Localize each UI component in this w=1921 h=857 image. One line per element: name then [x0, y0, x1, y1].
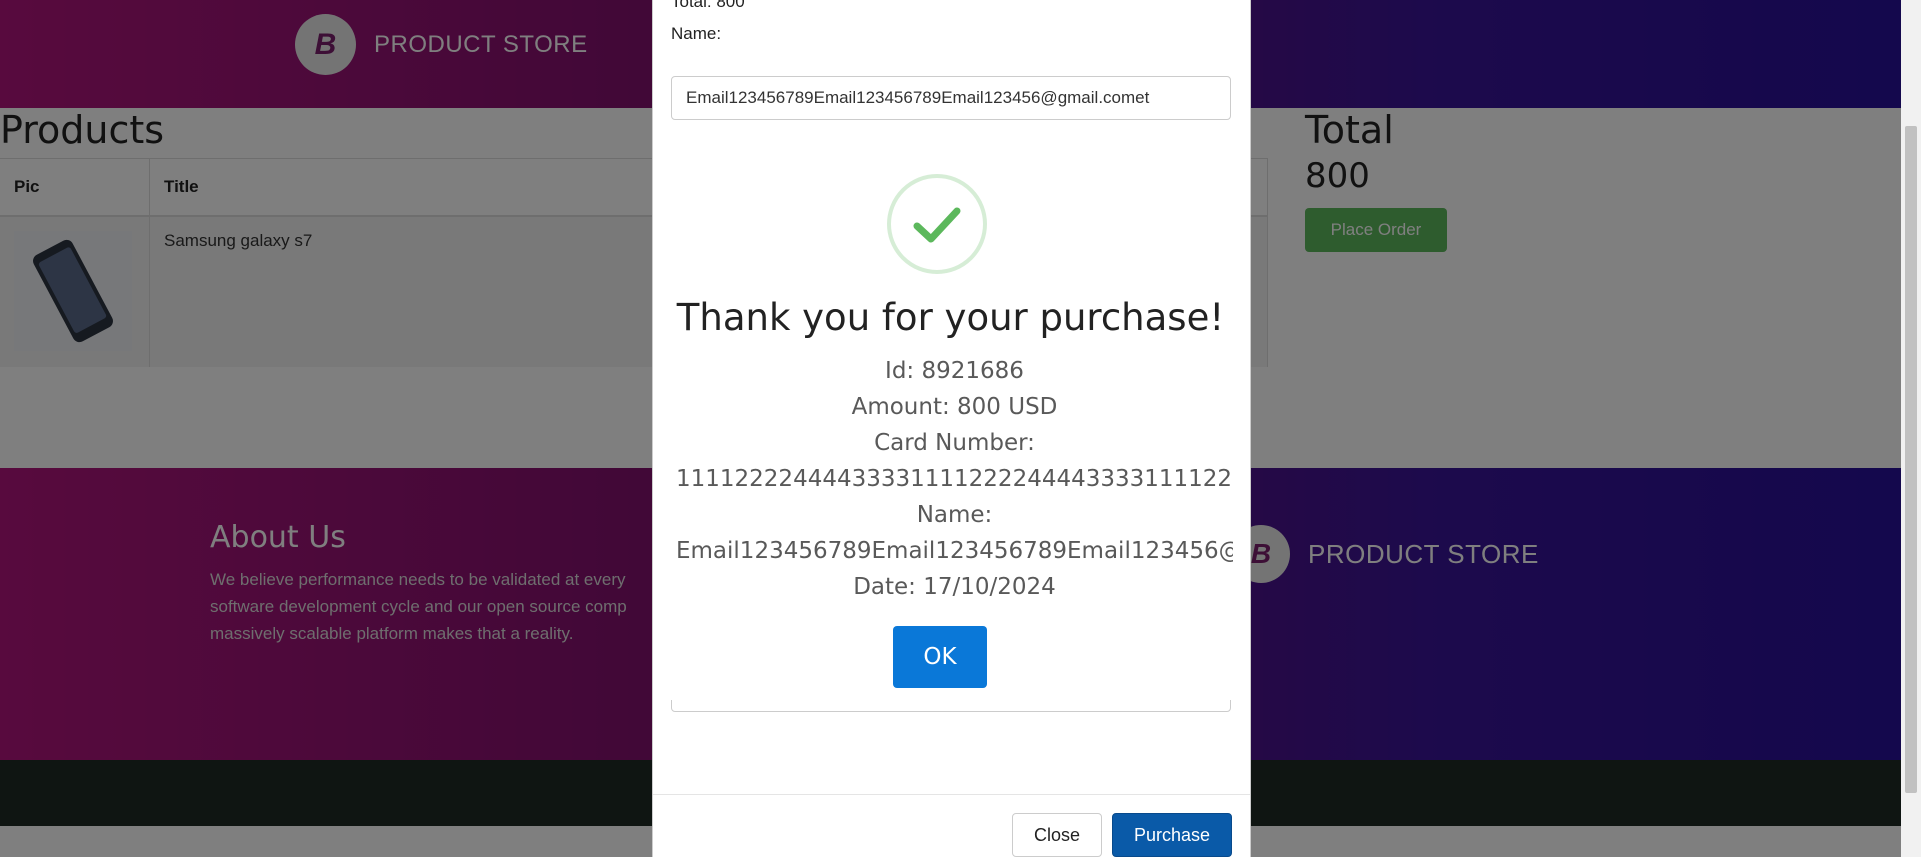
name-input[interactable]: Email123456789Email123456789Email123456@… — [671, 76, 1231, 120]
customer-name-label: Name: — [916, 502, 993, 528]
order-amount: Amount: 800 USD — [851, 394, 1058, 420]
ok-button[interactable]: OK — [893, 626, 987, 688]
close-button[interactable]: Close — [1012, 813, 1102, 857]
order-date: Date: 17/10/2024 — [853, 574, 1056, 600]
success-check-icon — [887, 174, 987, 274]
order-id: Id: 8921686 — [885, 358, 1024, 384]
modal-total-label: Total: 800 — [671, 0, 745, 11]
modal-footer-divider — [653, 794, 1250, 795]
confirmation-title: Thank you for your purchase! — [676, 296, 1225, 339]
customer-name-value: Email123456789Email123456789Email123456@… — [676, 538, 1233, 564]
confirmation-details: Id: 8921686 Amount: 800 USD Card Number:… — [676, 353, 1233, 605]
scrollbar-thumb[interactable] — [1905, 126, 1917, 793]
purchase-confirmation-dialog: Thank you for your purchase! Id: 8921686… — [668, 160, 1233, 700]
name-label: Name: — [671, 24, 722, 43]
scrollbar[interactable] — [1901, 0, 1921, 857]
purchase-button[interactable]: Purchase — [1112, 813, 1232, 857]
card-number-label: Card Number: — [874, 430, 1035, 456]
card-number-value: 1111222244443333111122224444333311112222… — [676, 466, 1233, 492]
